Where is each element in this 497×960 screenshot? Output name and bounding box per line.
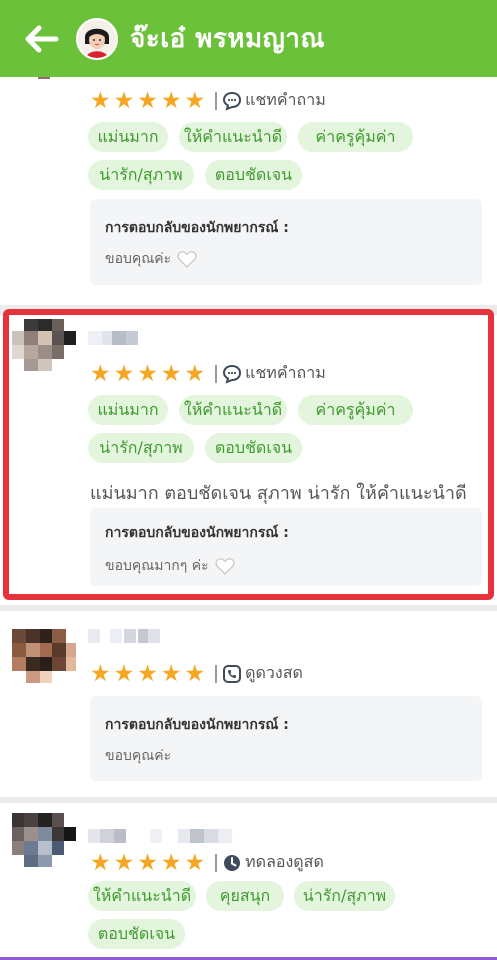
rating-row: ★ ★ ★ ★ ★ ทดลองดูสด [90,850,324,875]
star-rating: ★ ★ ★ ★ ★ [90,660,206,687]
rating-row: ★ ★ ★ ★ ★ แชทคำถาม [90,88,326,113]
tag: แม่นมาก [88,395,168,425]
reply-heading: การตอบกลับของนักพยากรณ์ : [105,220,289,236]
tag: น่ารัก/สุภาพ [88,433,194,463]
reply-text: ขอบคุณค่ะ [105,745,171,767]
star-icon: ★ [113,849,135,876]
service-type: แชทคำถาม [245,363,326,382]
divider [215,364,218,383]
reply-heading: การตอบกลับของนักพยากรณ์ : [105,525,289,541]
star-icon: ★ [90,87,111,114]
reviewer-name [88,629,162,643]
star-icon: ★ [90,360,111,387]
tag: แม่นมาก [88,122,168,152]
review-card: ★ ★ ★ ★ ★ ดูดวงสด การตอบกลับของนักพยากรณ์ : … [0,611,497,797]
star-icon: ★ [90,660,111,687]
tag: ค่าครูคุ้มค่า [298,122,413,152]
star-icon: ★ [184,660,206,687]
star-icon: ★ [137,360,158,387]
tag: ให้คำแนะนำดี [88,881,196,911]
tag: ให้คำแนะนำดี [179,122,287,152]
tag: ให้คำแนะนำดี [179,395,287,425]
astrologer-reply: การตอบกลับของนักพยากรณ์ : ขอบคุณมากๆ ค่ะ [90,508,482,586]
divider [215,853,218,872]
tag: น่ารัก/สุภาพ [294,881,395,911]
heart-icon [177,251,197,268]
tag: คุยสนุก [206,881,284,911]
page-title: จ๊ะเอ๋ พรหมญาณ [130,24,326,54]
service-type: ดูดวงสด [245,663,303,682]
star-icon: ★ [137,660,158,687]
astrologer-reply: การตอบกลับของนักพยากรณ์ : ขอบคุณค่ะ [90,199,482,285]
review-card: ★ ★ ★ ★ ★ แชทคำถาม แม่นมาก ให้คำแนะนำดี ค่าค… [0,315,497,605]
star-icon: ★ [160,87,182,114]
star-icon: ★ [113,87,135,114]
star-icon: ★ [160,660,182,687]
chat-bubble-icon [222,91,242,111]
reply-message: ขอบคุณค่ะ [105,748,172,764]
star-icon: ★ [160,360,182,387]
reviewer-avatar [12,319,76,383]
divider [215,664,218,683]
reviewer-avatar [12,813,76,877]
tag: ตอบชัดเจน [88,919,185,949]
star-icon: ★ [137,849,158,876]
tag: ตอบชัดเจน [205,433,302,463]
review-card: ★ ★ ★ ★ ★ แชทคำถาม แม่นมาก ให้คำแนะนำดี ค่าค… [0,61,497,305]
star-rating: ★ ★ ★ ★ ★ [90,360,206,387]
star-icon: ★ [160,849,182,876]
rating-row: ★ ★ ★ ★ ★ ดูดวงสด [90,661,303,686]
service-type: ทดลองดูสด [245,852,324,871]
clock-icon [222,853,242,873]
reply-message: ขอบคุณมากๆ ค่ะ [105,558,209,574]
back-arrow-icon[interactable] [22,19,62,59]
star-icon: ★ [184,360,206,387]
heart-icon [215,558,235,575]
rating-row: ★ ★ ★ ★ ★ แชทคำถาม [90,361,326,386]
star-icon: ★ [137,87,158,114]
app-header: จ๊ะเอ๋ พรหมญาณ [0,0,497,77]
reviewer-name [88,331,140,345]
reply-text: ขอบคุณค่ะ [105,248,197,270]
star-rating: ★ ★ ★ ★ ★ [90,849,206,876]
reviewer-avatar [12,629,76,693]
reply-heading: การตอบกลับของนักพยากรณ์ : [105,717,289,733]
star-icon: ★ [90,849,111,876]
review-card: ★ ★ ★ ★ ★ ทดลองดูสด ให้คำแนะนำดี คุยสนุก น่า… [0,803,497,960]
phone-icon [222,664,242,684]
star-icon: ★ [184,849,206,876]
card-divider [0,305,497,315]
review-comment: แม่นมาก ตอบชัดเจน สุภาพ น่ารัก ให้คำแนะน… [90,483,467,504]
reply-message: ขอบคุณค่ะ [105,251,172,267]
reviewer-name [88,829,236,843]
astrologer-avatar[interactable] [76,17,118,60]
star-icon: ★ [113,660,135,687]
star-rating: ★ ★ ★ ★ ★ [90,87,206,114]
service-type: แชทคำถาม [245,90,326,109]
star-icon: ★ [184,87,206,114]
tag: ค่าครูคุ้มค่า [298,395,413,425]
astrologer-reply: การตอบกลับของนักพยากรณ์ : ขอบคุณค่ะ [90,696,482,781]
tag: น่ารัก/สุภาพ [88,160,194,190]
chat-bubble-icon [222,364,242,384]
star-icon: ★ [113,360,135,387]
tag: ตอบชัดเจน [205,160,302,190]
reply-text: ขอบคุณมากๆ ค่ะ [105,555,235,577]
divider [215,91,218,110]
